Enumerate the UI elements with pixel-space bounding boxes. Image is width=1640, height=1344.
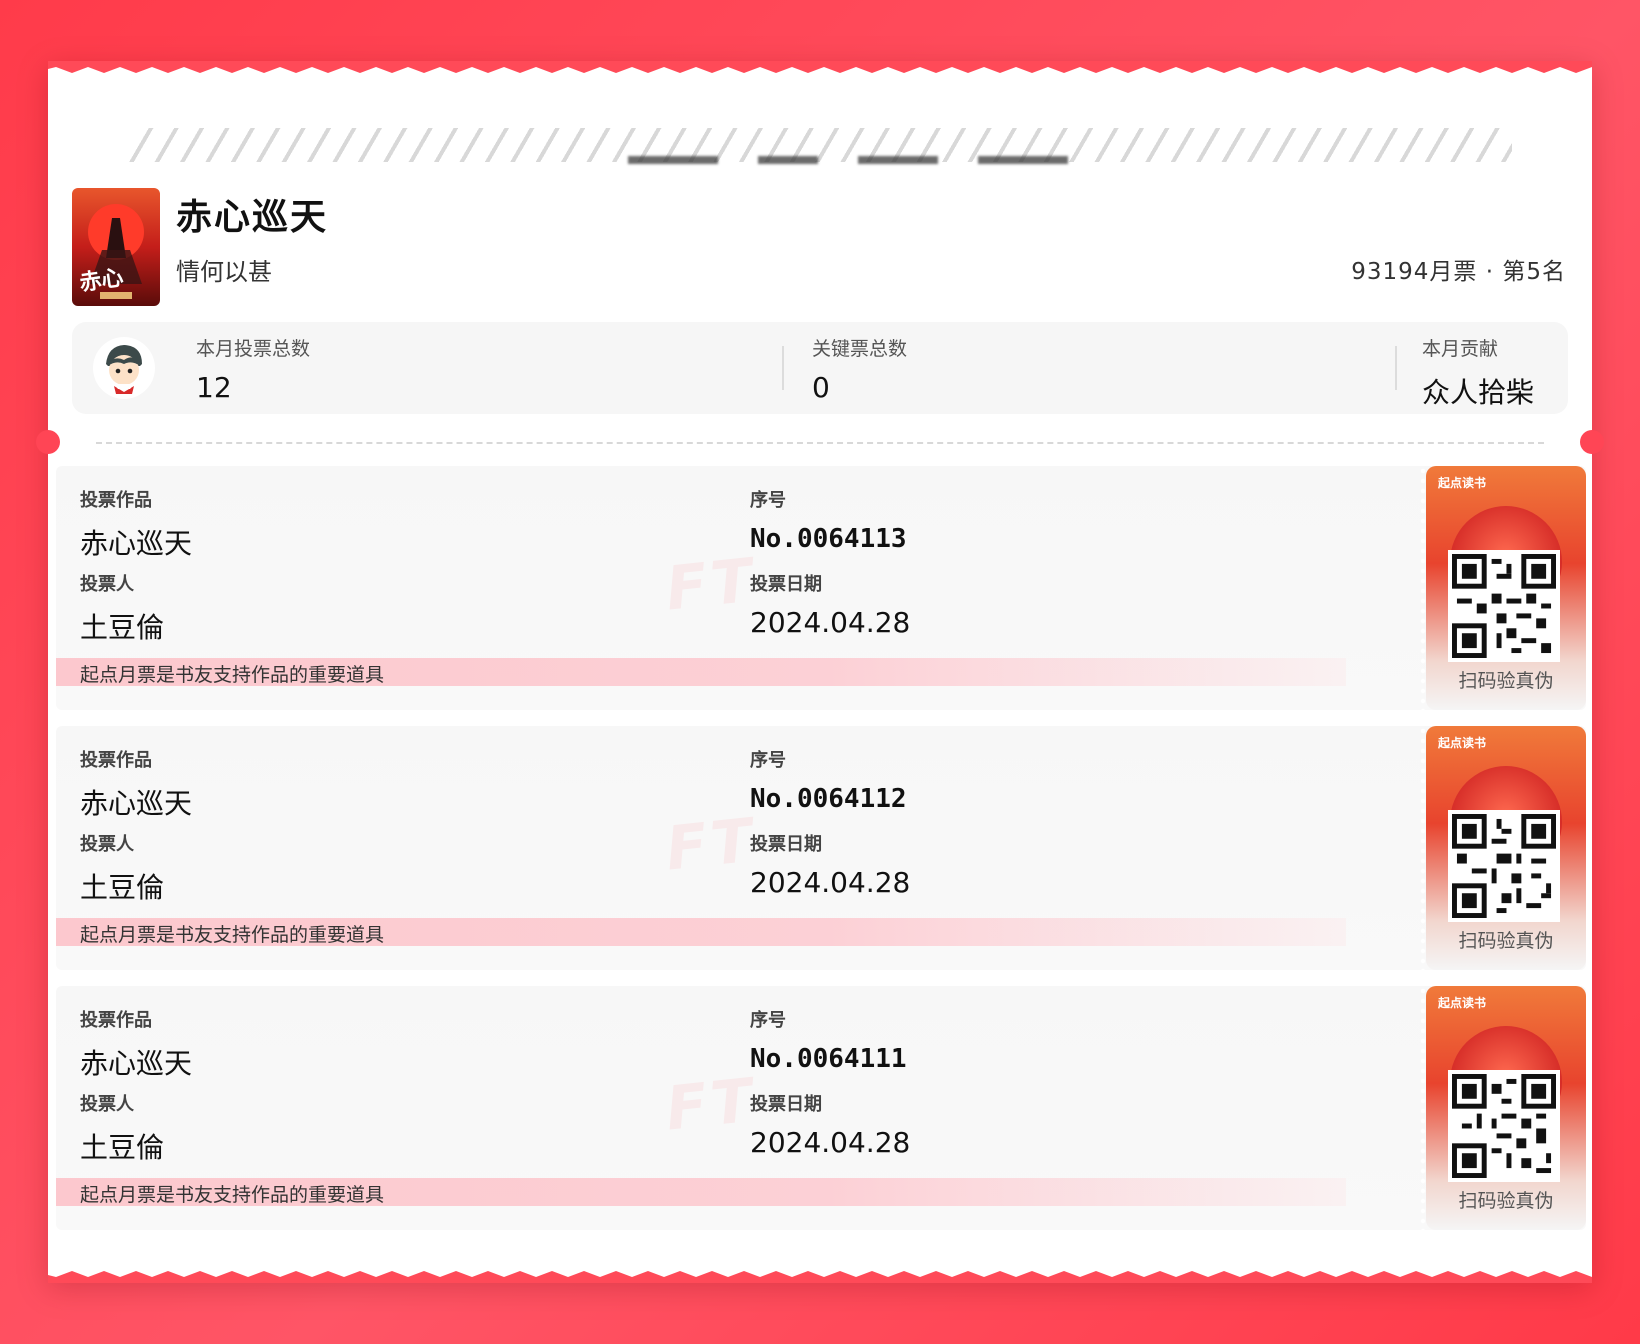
stat-value: 12 [196,371,232,404]
divider [1395,346,1397,390]
work-value: 赤心巡天 [80,1047,193,1080]
serial-label: 序号 [750,1010,786,1031]
voter-value: 土豆倫 [80,1131,165,1164]
date-value: 2024.04.28 [750,606,911,639]
watermark-decoration: FT [662,545,760,625]
date-label: 投票日期 [750,574,822,595]
voter-label: 投票人 [80,574,134,595]
slogan-band: 起点月票是书友支持作品的重要道具 [56,918,1346,946]
voter-label: 投票人 [80,834,134,855]
verify-label: 扫码验真伪 [1458,1190,1554,1212]
voter-label: 投票人 [80,1094,134,1115]
brand-label: 起点读书 [1438,736,1487,750]
zigzag-edge-top [48,61,1592,73]
date-label: 投票日期 [750,834,822,855]
voter-value: 土豆倫 [80,611,165,644]
qr-stub[interactable]: 起点读书 扫码验真伪 [1426,986,1586,1230]
monthly-ticket-card: 赤心 赤心巡天 情何以甚 93194月票 · 第5名 本月投票总数 12 关键票… [36,61,1604,1283]
serial-value: No.0064111 [750,1044,907,1074]
qr-code-icon[interactable] [1448,550,1560,662]
qr-stub[interactable]: 起点读书 扫码验真伪 [1426,726,1586,970]
divider [782,346,784,390]
stat-key-votes: 关键票总数 0 [812,334,907,404]
vote-ticket[interactable]: FT 投票作品 赤心巡天 投票人 土豆倫 序号 No.0064113 投票日期 … [56,466,1586,710]
serial-label: 序号 [750,750,786,771]
stat-label: 关键票总数 [812,338,908,360]
work-value: 赤心巡天 [80,527,193,560]
monthly-rank: 93194月票 · 第5名 [1351,259,1566,285]
blurred-header-text [608,146,1088,164]
verify-label: 扫码验真伪 [1458,930,1554,952]
stats-panel: 本月投票总数 12 关键票总数 0 本月贡献 众人拾柴 [72,322,1568,414]
vote-ticket[interactable]: FT 投票作品 赤心巡天 投票人 土豆倫 序号 No.0064112 投票日期 … [56,726,1586,970]
date-label: 投票日期 [750,1094,822,1115]
stat-value: 众人拾柴 [1422,376,1535,409]
verify-label: 扫码验真伪 [1458,670,1554,692]
vote-ticket[interactable]: FT 投票作品 赤心巡天 投票人 土豆倫 序号 No.0064111 投票日期 … [56,986,1586,1230]
book-title: 赤心巡天 [176,197,329,238]
slogan-band: 起点月票是书友支持作品的重要道具 [56,658,1346,686]
qr-code-icon[interactable] [1448,810,1560,922]
ticket-notch-right [1580,430,1604,454]
voter-value: 土豆倫 [80,871,165,904]
date-value: 2024.04.28 [750,866,911,899]
qr-code-icon[interactable] [1448,1070,1560,1182]
stat-total-votes: 本月投票总数 12 [196,334,310,404]
slogan-text: 起点月票是书友支持作品的重要道具 [80,1184,385,1206]
brand-label: 起点读书 [1438,476,1487,490]
work-label: 投票作品 [80,1010,152,1031]
work-label: 投票作品 [80,490,152,511]
watermark-decoration: FT [662,805,760,885]
serial-label: 序号 [750,490,786,511]
stat-label: 本月投票总数 [196,338,311,360]
stat-value: 0 [812,371,830,404]
tear-line [96,442,1544,444]
slogan-band: 起点月票是书友支持作品的重要道具 [56,1178,1346,1206]
qr-stub[interactable]: 起点读书 扫码验真伪 [1426,466,1586,710]
work-label: 投票作品 [80,750,152,771]
slogan-text: 起点月票是书友支持作品的重要道具 [80,664,385,686]
avatar[interactable] [92,336,156,400]
work-value: 赤心巡天 [80,787,193,820]
zigzag-edge-bottom [48,1271,1592,1283]
ticket-notch-left [36,430,60,454]
stat-label: 本月贡献 [1422,338,1499,360]
serial-value: No.0064113 [750,524,907,554]
slogan-text: 起点月票是书友支持作品的重要道具 [80,924,385,946]
book-author: 情何以甚 [176,258,272,286]
brand-label: 起点读书 [1438,996,1487,1010]
book-cover[interactable]: 赤心 [72,188,160,306]
date-value: 2024.04.28 [750,1126,911,1159]
serial-value: No.0064112 [750,784,907,814]
stat-contribution: 本月贡献 众人拾柴 [1422,334,1534,411]
watermark-decoration: FT [662,1065,760,1145]
